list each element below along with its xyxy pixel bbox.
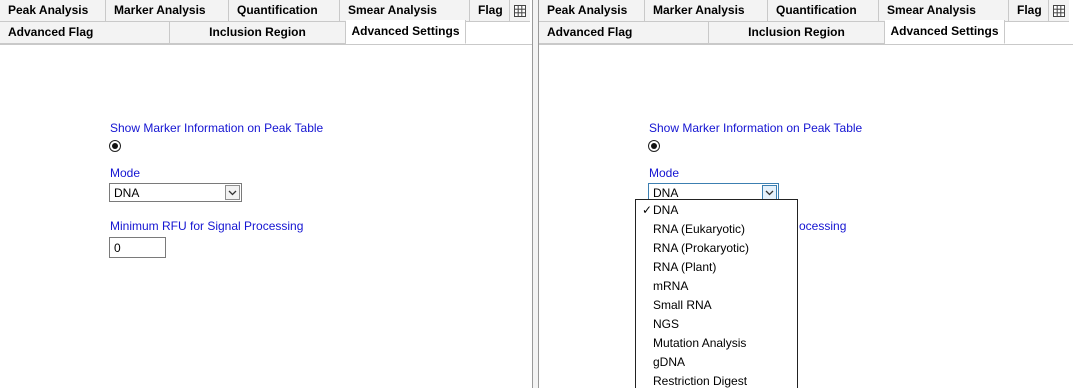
checkmark-icon: ✓ <box>642 203 653 217</box>
mode-option-rna-prokaryotic[interactable]: RNA (Prokaryotic) <box>636 239 797 258</box>
advanced-settings-content: Show Marker Information on Peak Table Mo… <box>539 44 1073 388</box>
table-grid-icon[interactable] <box>510 0 530 22</box>
tab-row-2: Advanced Flag Inclusion Region Advanced … <box>539 20 1005 44</box>
mode-option-small-rna[interactable]: Small RNA <box>636 296 797 315</box>
mode-option-restriction-digest[interactable]: Restriction Digest <box>636 372 797 391</box>
mode-label: Mode <box>649 166 680 180</box>
mode-dropdown-list: ✓ DNA RNA (Eukaryotic) RNA (Prokaryotic)… <box>635 199 798 388</box>
tab-row-2: Advanced Flag Inclusion Region Advanced … <box>0 20 466 44</box>
min-rfu-label: Minimum RFU for Signal Processing <box>110 219 304 233</box>
tab-marker-analysis[interactable]: Marker Analysis <box>645 0 768 22</box>
tab-smear-analysis[interactable]: Smear Analysis <box>340 0 470 22</box>
min-rfu-input[interactable] <box>109 237 166 258</box>
mode-option-mrna[interactable]: mRNA <box>636 277 797 296</box>
tab-advanced-flag[interactable]: Advanced Flag <box>539 22 709 44</box>
chevron-down-icon[interactable] <box>762 185 777 200</box>
tab-advanced-settings[interactable]: Advanced Settings <box>346 20 466 44</box>
mode-option-ngs[interactable]: NGS <box>636 315 797 334</box>
mode-select[interactable]: DNA <box>109 183 242 202</box>
mode-option-mutation-analysis[interactable]: Mutation Analysis <box>636 334 797 353</box>
tab-smear-analysis[interactable]: Smear Analysis <box>879 0 1009 22</box>
tab-peak-analysis[interactable]: Peak Analysis <box>539 0 645 22</box>
table-grid-icon[interactable] <box>1049 0 1069 22</box>
tab-quantification[interactable]: Quantification <box>768 0 879 22</box>
tab-row-1: Peak Analysis Marker Analysis Quantifica… <box>0 0 530 22</box>
show-marker-info-radio[interactable] <box>109 140 121 152</box>
settings-panel-right: Peak Analysis Marker Analysis Quantifica… <box>538 0 1073 388</box>
tab-flag[interactable]: Flag <box>470 0 510 22</box>
tab-marker-analysis[interactable]: Marker Analysis <box>106 0 229 22</box>
tab-quantification[interactable]: Quantification <box>229 0 340 22</box>
advanced-settings-content: Show Marker Information on Peak Table Mo… <box>0 44 532 388</box>
settings-panel-left: Peak Analysis Marker Analysis Quantifica… <box>0 0 533 388</box>
tab-advanced-flag[interactable]: Advanced Flag <box>0 22 170 44</box>
show-marker-info-label: Show Marker Information on Peak Table <box>649 121 863 135</box>
tab-flag[interactable]: Flag <box>1009 0 1049 22</box>
tab-advanced-settings[interactable]: Advanced Settings <box>885 20 1005 44</box>
mode-option-rna-plant[interactable]: RNA (Plant) <box>636 258 797 277</box>
min-rfu-label-partial: ocessing <box>799 219 847 233</box>
show-marker-info-label: Show Marker Information on Peak Table <box>110 121 324 135</box>
mode-label: Mode <box>110 166 141 180</box>
mode-select-value: DNA <box>653 186 679 200</box>
tab-inclusion-region[interactable]: Inclusion Region <box>709 22 885 44</box>
mode-option-dna[interactable]: ✓ DNA <box>636 201 797 220</box>
tab-row-1: Peak Analysis Marker Analysis Quantifica… <box>539 0 1069 22</box>
mode-option-rna-eukaryotic[interactable]: RNA (Eukaryotic) <box>636 220 797 239</box>
tab-peak-analysis[interactable]: Peak Analysis <box>0 0 106 22</box>
mode-option-gdna[interactable]: gDNA <box>636 353 797 372</box>
show-marker-info-radio[interactable] <box>648 140 660 152</box>
chevron-down-icon[interactable] <box>225 185 240 200</box>
tab-inclusion-region[interactable]: Inclusion Region <box>170 22 346 44</box>
mode-select-value: DNA <box>114 186 140 200</box>
